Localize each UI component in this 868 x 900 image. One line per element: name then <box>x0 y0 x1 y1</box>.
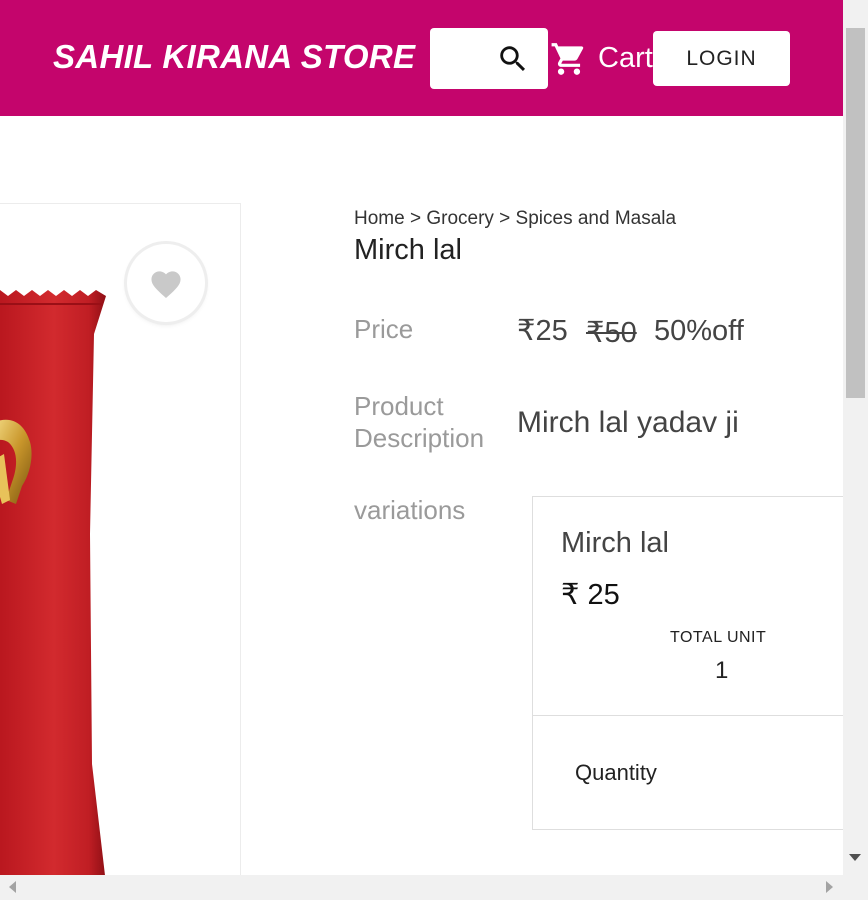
scroll-left-arrow-icon[interactable] <box>9 881 16 893</box>
total-unit-value: 1 <box>715 657 729 684</box>
discount-badge: 50%off <box>654 315 744 347</box>
cart-icon[interactable] <box>550 40 588 78</box>
quantity-label: Quantity <box>575 760 657 785</box>
scroll-down-arrow-icon[interactable] <box>849 854 861 861</box>
variation-name: Mirch lal <box>561 527 669 559</box>
heart-icon <box>151 271 181 299</box>
horizontal-scrollbar[interactable] <box>0 875 868 900</box>
price-label: Price <box>354 314 414 344</box>
vertical-scrollbar-thumb[interactable] <box>846 28 865 398</box>
search-icon[interactable] <box>496 42 530 76</box>
breadcrumb[interactable]: Home > Grocery > Spices and Masala <box>354 208 676 230</box>
store-logo[interactable]: SAHIL KIRANA STORE <box>53 38 415 76</box>
wishlist-button[interactable] <box>127 244 205 322</box>
total-unit-label: TOTAL UNIT <box>670 629 767 646</box>
product-image <box>0 290 106 882</box>
variation-divider <box>533 715 851 716</box>
description-label: Product Description <box>354 391 485 453</box>
product-image-card <box>0 203 241 883</box>
product-title: Mirch lal <box>354 234 462 266</box>
current-price: ₹25 <box>517 315 568 347</box>
top-header: SAHIL KIRANA STORE Cart LOGIN <box>0 0 843 116</box>
original-price: ₹50 <box>586 317 637 349</box>
login-button[interactable]: LOGIN <box>653 31 790 86</box>
cart-link[interactable]: Cart <box>598 42 653 75</box>
product-description: Mirch lal yadav ji <box>517 406 739 439</box>
variation-price: ₹ 25 <box>561 579 620 611</box>
search-box[interactable] <box>430 28 548 89</box>
variation-card[interactable]: Mirch lal ₹ 25 TOTAL UNIT 1 Quantity <box>532 496 852 830</box>
scroll-right-arrow-icon[interactable] <box>826 881 833 893</box>
variations-label: variations <box>354 495 466 525</box>
